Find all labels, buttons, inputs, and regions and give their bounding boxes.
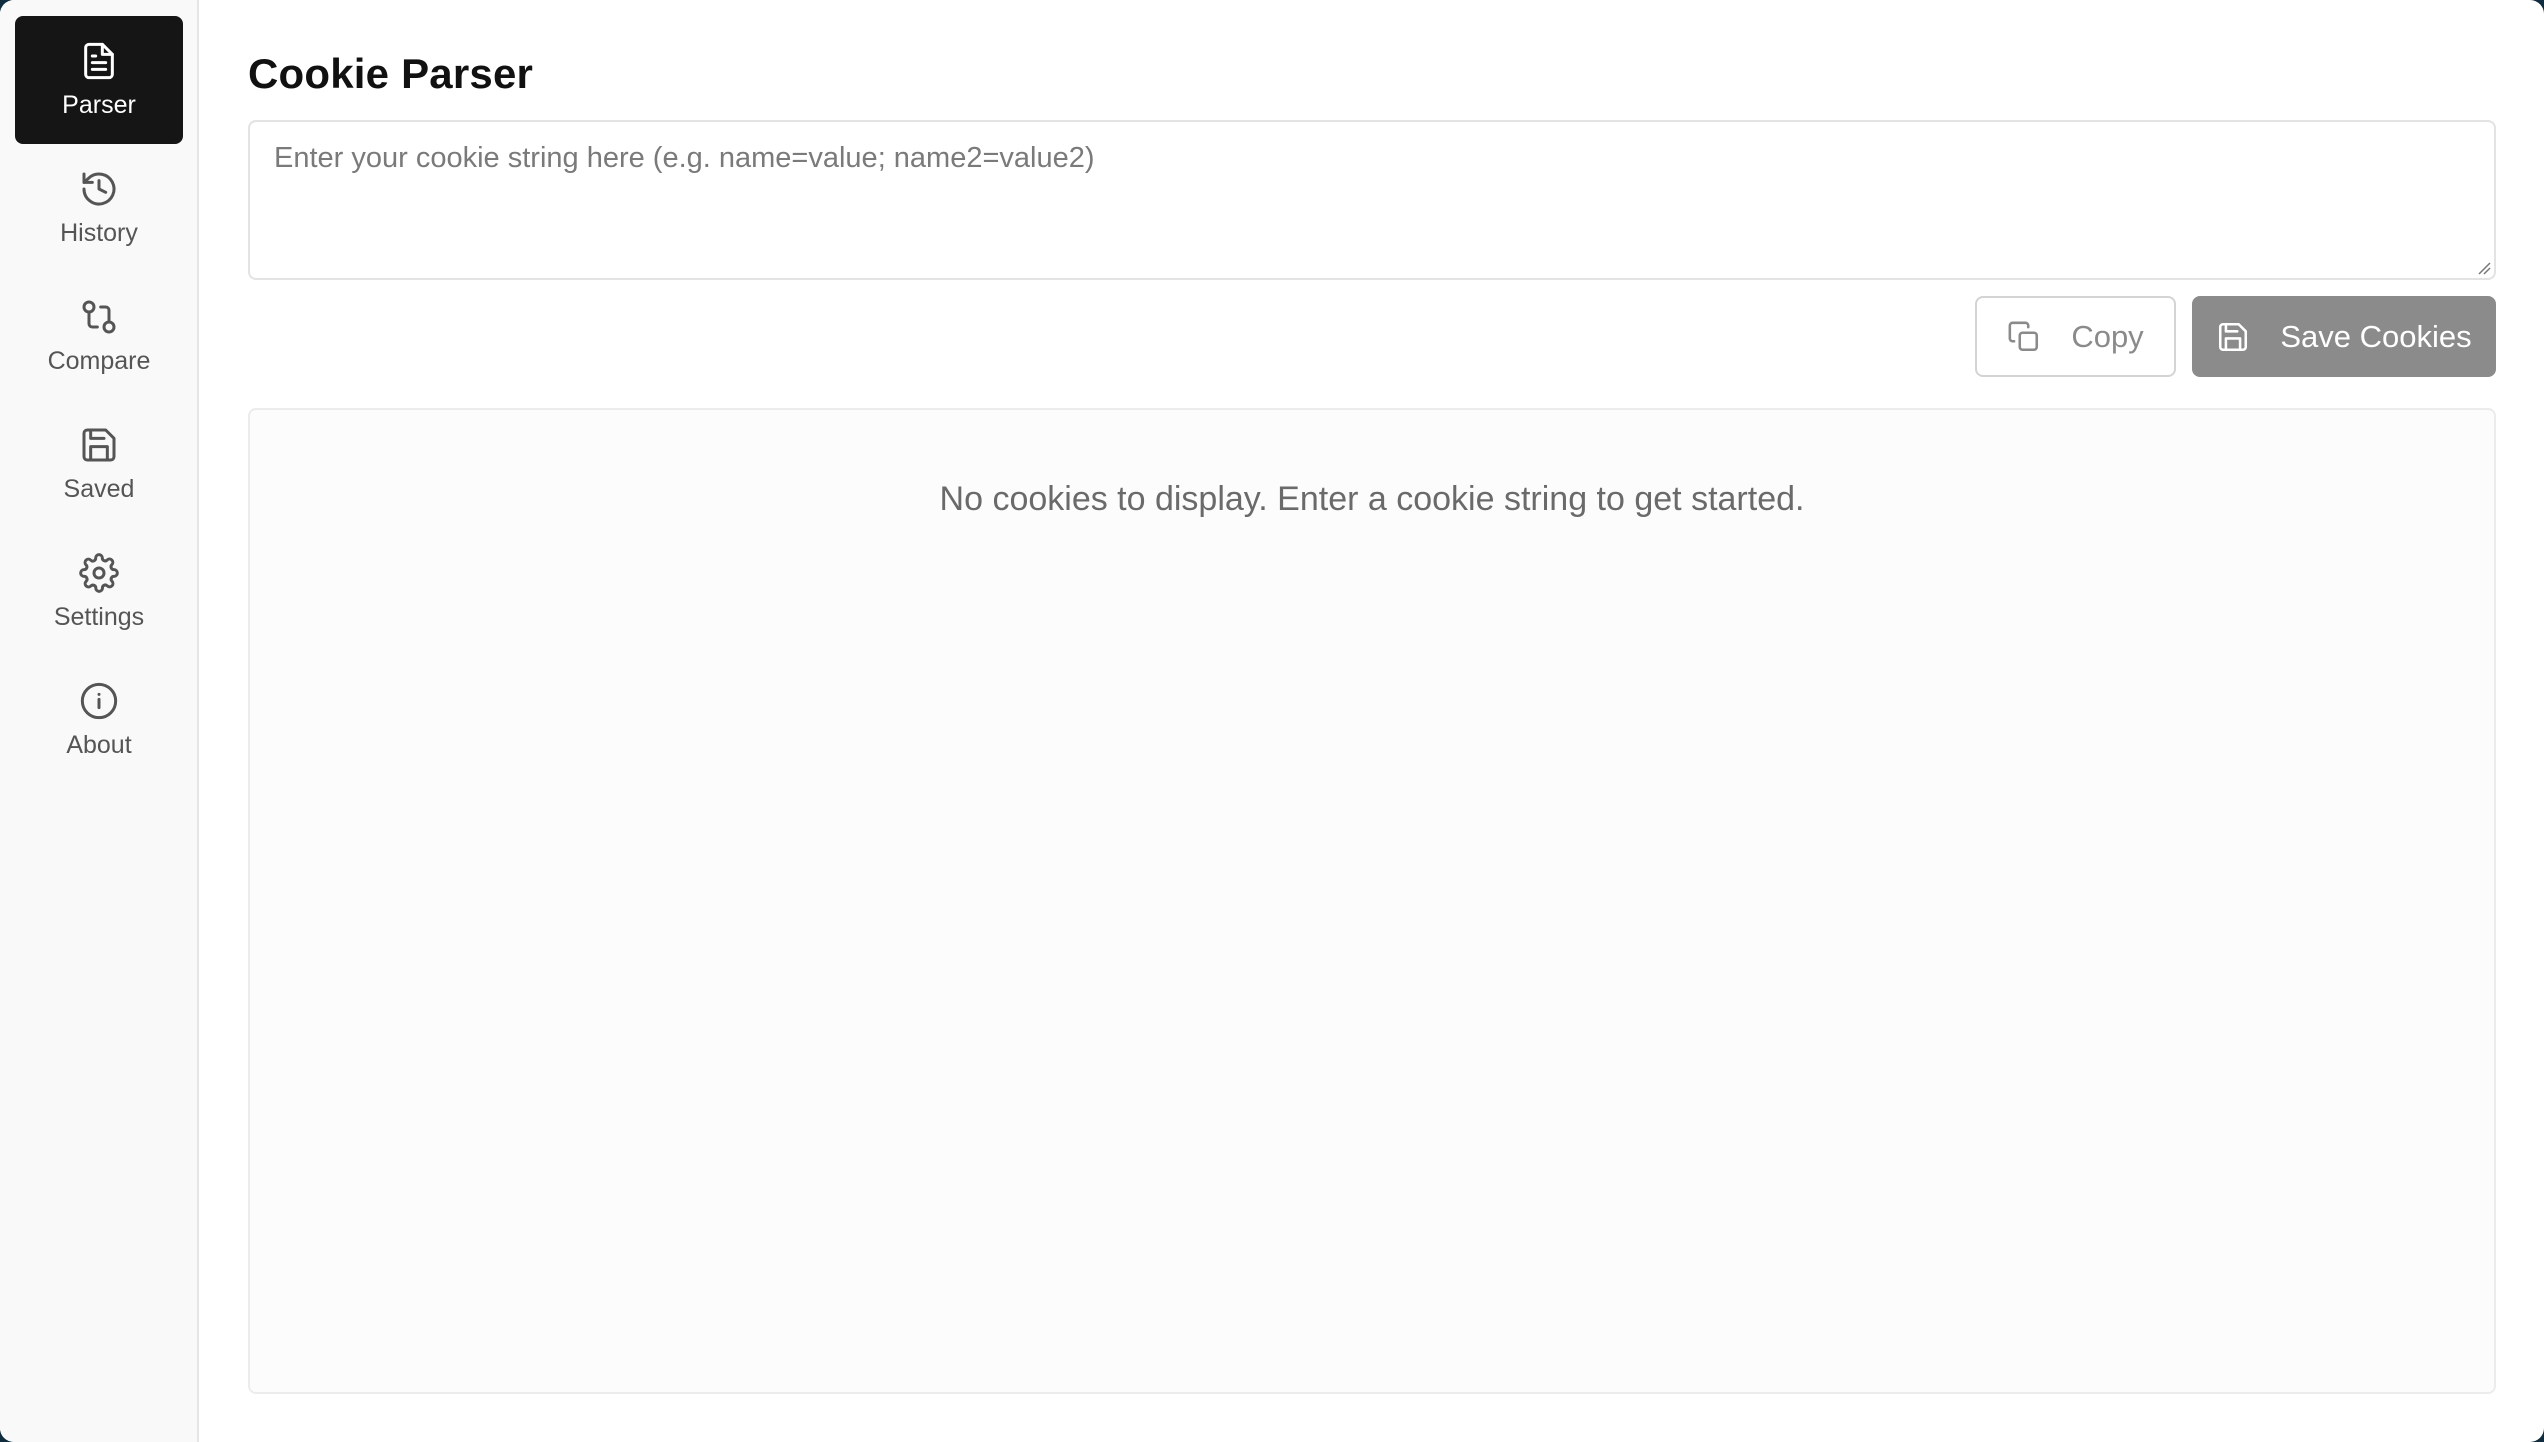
sidebar-item-label: Settings	[53, 603, 145, 631]
save-icon	[82, 428, 116, 462]
history-icon	[82, 172, 116, 206]
sidebar-item-compare[interactable]: Compare	[15, 272, 183, 400]
sidebar-item-label: Parser	[62, 91, 136, 119]
save-cookies-button[interactable]: Save Cookies	[2192, 296, 2496, 377]
info-icon	[80, 682, 118, 720]
save-cookies-button-label: Save Cookies	[2280, 318, 2472, 354]
document-icon	[84, 42, 114, 80]
sidebar: Parser History Compare Saved Settings Ab…	[0, 0, 199, 1442]
app-window: Parser History Compare Saved Settings Ab…	[0, 0, 2544, 1442]
sidebar-item-about[interactable]: About	[15, 656, 183, 784]
sidebar-item-label: Compare	[47, 347, 151, 375]
sidebar-item-label: About	[66, 731, 132, 759]
sidebar-item-label: Saved	[63, 475, 135, 503]
gear-icon	[79, 553, 119, 593]
cookie-input-container	[248, 120, 2496, 280]
sidebar-item-history[interactable]: History	[15, 144, 183, 272]
main-content: Cookie Parser Copy Save Cookies	[199, 0, 2544, 1442]
sidebar-item-settings[interactable]: Settings	[15, 528, 183, 656]
page-title: Cookie Parser	[248, 50, 534, 97]
empty-state-message: No cookies to display. Enter a cookie st…	[939, 480, 1805, 518]
save-icon	[2219, 322, 2248, 351]
sidebar-item-parser[interactable]: Parser	[15, 16, 183, 144]
copy-icon	[2008, 321, 2039, 351]
sidebar-item-saved[interactable]: Saved	[15, 400, 183, 528]
resize-handle-icon[interactable]	[2475, 259, 2491, 275]
copy-button-label: Copy	[2071, 318, 2144, 354]
cookie-results-panel: No cookies to display. Enter a cookie st…	[248, 408, 2496, 1394]
cookie-string-input[interactable]	[250, 122, 2494, 278]
copy-button[interactable]: Copy	[1975, 296, 2176, 377]
sidebar-item-label: History	[60, 219, 138, 247]
compare-icon	[82, 300, 116, 334]
